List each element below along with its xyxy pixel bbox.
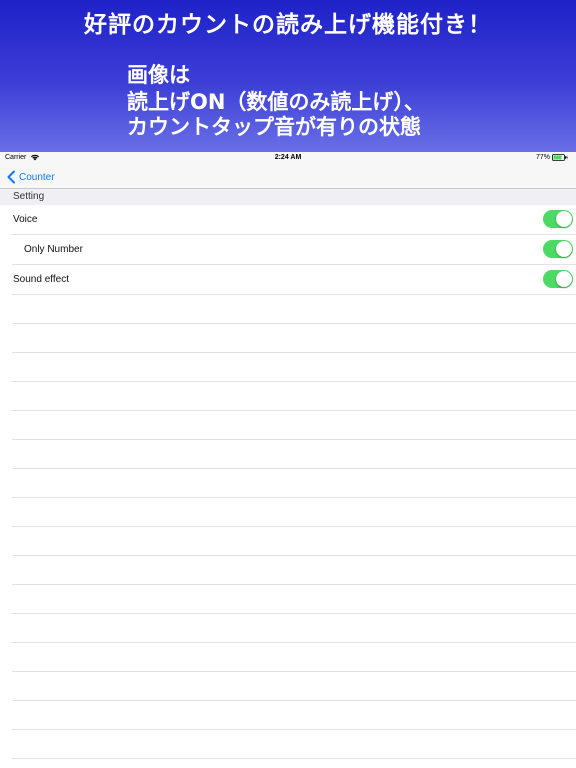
setting-row-voice: Voice <box>12 205 576 235</box>
toggle-knob <box>556 211 572 227</box>
empty-row <box>12 353 576 382</box>
empty-row <box>12 411 576 440</box>
empty-row <box>12 498 576 527</box>
battery-percent: 77% <box>535 154 550 161</box>
chevron-left-icon <box>7 170 15 184</box>
promo-caption-line-3: カウントタップ音が有りの状態 <box>127 115 421 139</box>
empty-row <box>12 440 576 469</box>
empty-row <box>12 469 576 498</box>
promo-caption-line-1: 画像は <box>127 63 190 87</box>
empty-row <box>12 556 576 585</box>
back-button-label: Counter <box>19 171 55 183</box>
empty-row <box>12 324 576 353</box>
promo-headline: 好評のカウントの読み上げ機能付き！ <box>84 12 492 38</box>
toggle-knob <box>556 271 572 287</box>
setting-row-only-number: Only Number <box>12 235 576 265</box>
empty-row <box>12 730 576 759</box>
empty-row <box>12 672 576 701</box>
section-title: Setting <box>13 191 45 202</box>
sound-effect-toggle[interactable] <box>543 270 573 288</box>
empty-row <box>12 527 576 556</box>
device-screen: Carrier 2:24 AM 77% Counter Setting Voic… <box>0 152 576 768</box>
empty-row <box>12 701 576 730</box>
setting-label-only-number: Only Number <box>24 244 83 255</box>
status-time: 2:24 AM <box>274 154 302 161</box>
only-number-toggle[interactable] <box>543 240 573 258</box>
setting-row-sound-effect: Sound effect <box>12 265 576 295</box>
setting-label-voice: Voice <box>13 214 38 225</box>
settings-list: Voice Only Number Sound effect <box>0 205 576 768</box>
setting-label-sound-effect: Sound effect <box>13 274 69 285</box>
navigation-bar: Counter <box>0 166 576 189</box>
battery-icon <box>552 154 568 161</box>
toggle-knob <box>556 241 572 257</box>
empty-row <box>12 295 576 324</box>
empty-row <box>12 643 576 672</box>
promo-banner: 好評のカウントの読み上げ機能付き！ 画像は 読上げON（数値のみ読上げ）、 カウ… <box>0 0 576 152</box>
voice-toggle[interactable] <box>543 210 573 228</box>
promo-caption-line-2: 読上げON（数値のみ読上げ）、 <box>127 90 425 114</box>
status-bar: Carrier 2:24 AM 77% <box>0 152 576 166</box>
empty-row <box>12 382 576 411</box>
section-header: Setting <box>0 189 576 205</box>
empty-row <box>12 614 576 643</box>
empty-row <box>12 585 576 614</box>
back-button[interactable]: Counter <box>6 168 55 186</box>
